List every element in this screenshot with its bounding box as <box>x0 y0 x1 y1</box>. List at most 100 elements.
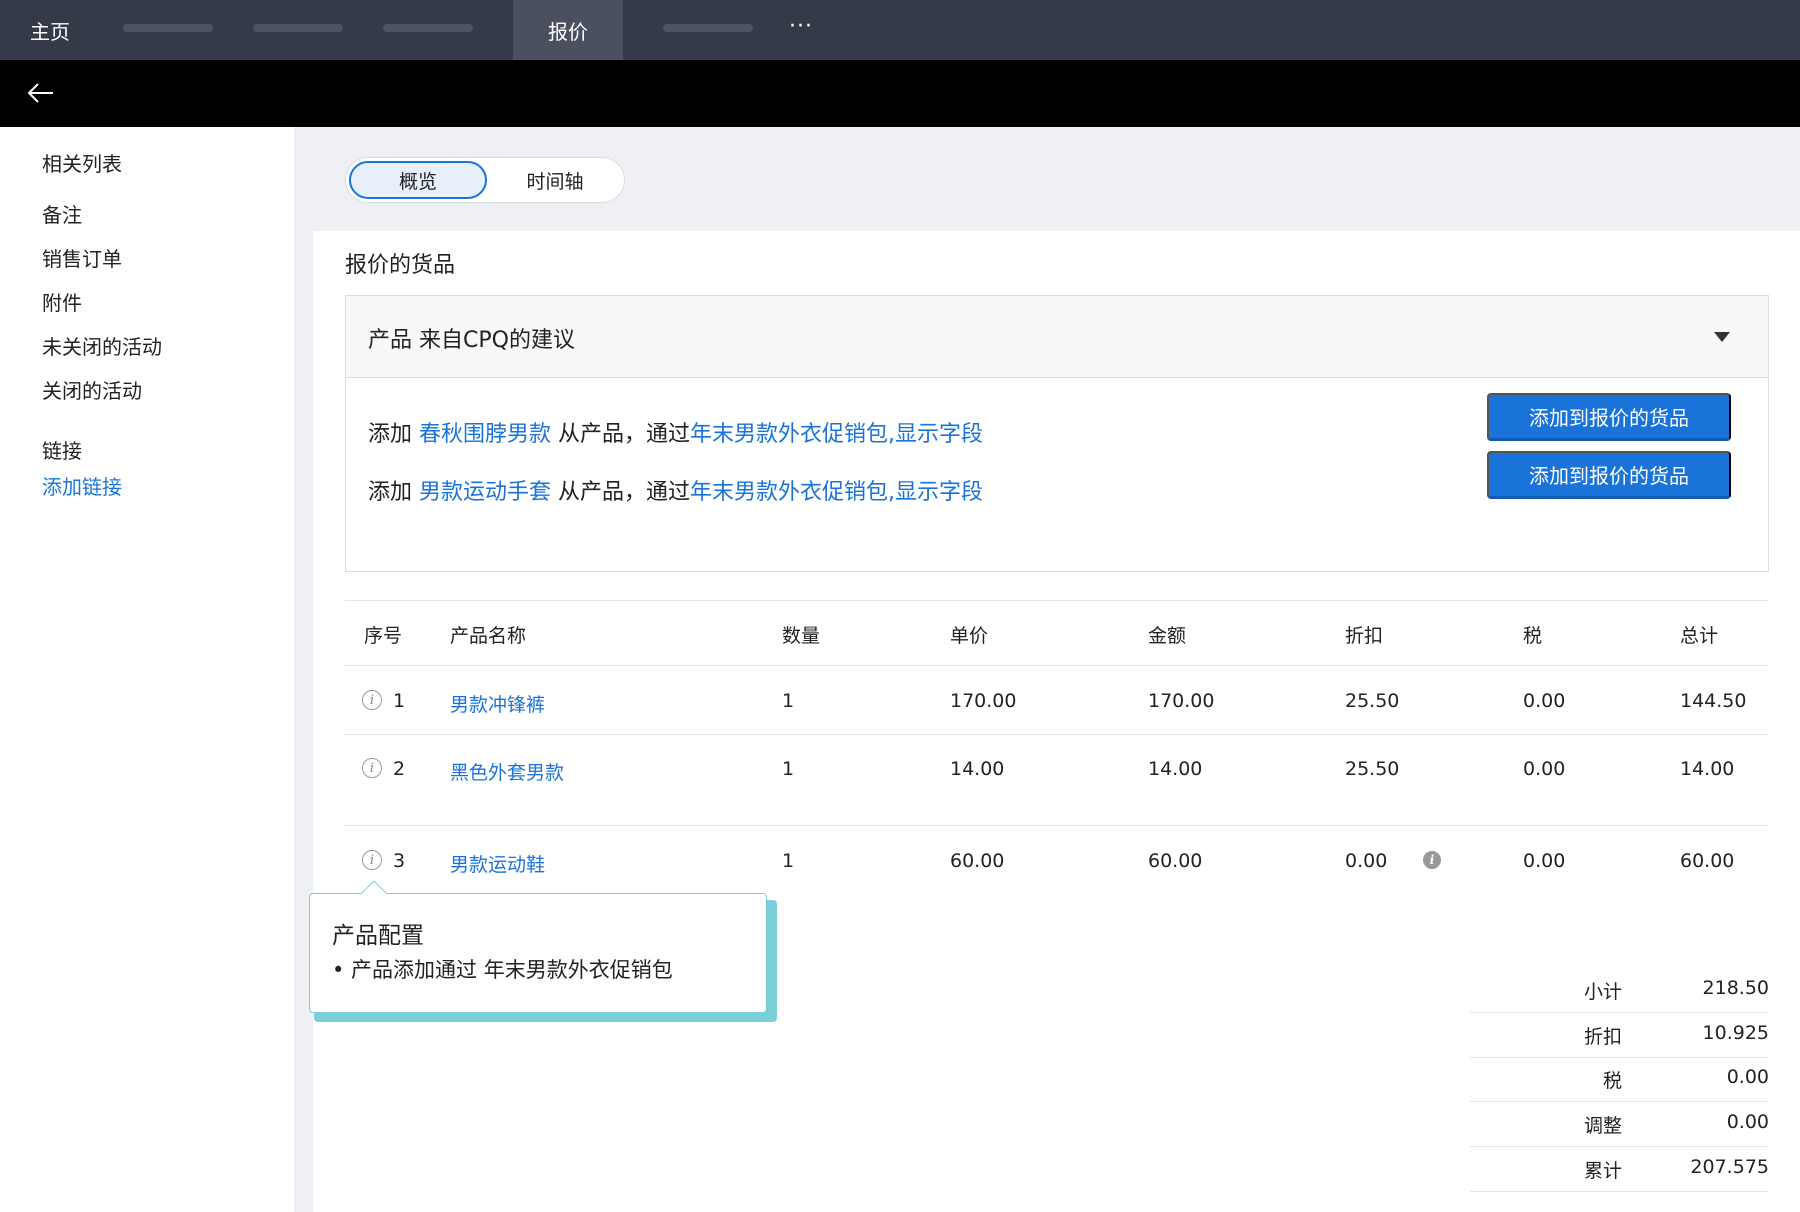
summary-label: 折扣 <box>1583 1026 1622 1048</box>
amount-cell: 60.00 <box>1148 850 1203 872</box>
row-number: 2 <box>393 758 406 780</box>
table-row: i 2 黑色外套男款 1 14.00 14.00 25.50 0.00 14.0… <box>345 735 1769 826</box>
suggestion-middle: 从产品，通过 <box>551 422 691 447</box>
suggestion-product-link[interactable]: 春秋围脖男款 <box>419 422 551 447</box>
sidebar: 相关列表 备注 销售订单 附件 未关闭的活动 关闭的活动 链接 添加链接 <box>0 127 295 1212</box>
discount-cell: 25.50 <box>1345 758 1400 780</box>
nav-tab-home[interactable]: 主页 <box>0 0 100 60</box>
nav-tab-home-label: 主页 <box>30 19 70 44</box>
nav-tab-placeholder-4[interactable] <box>663 24 753 32</box>
quantity-cell: 1 <box>782 850 795 872</box>
info-icon[interactable]: i <box>362 690 382 710</box>
summary-label: 税 <box>1602 1070 1622 1092</box>
summary-tax-row: 税 0.00 <box>1470 1058 1769 1102</box>
unit-price-cell: 14.00 <box>950 758 1005 780</box>
nav-tab-placeholder-2[interactable] <box>253 24 343 32</box>
nav-tab-placeholder-1[interactable] <box>123 24 213 32</box>
summary-subtotal-row: 小计 218.50 <box>1470 969 1769 1013</box>
total-cell: 144.50 <box>1680 690 1747 712</box>
top-navigation-bar: 主页 报价 ··· <box>0 0 1800 60</box>
nav-tab-placeholder-3[interactable] <box>383 24 473 32</box>
suggestion-line: 添加 男款运动手套 从产品，通过年末男款外衣促销包,显示字段 <box>368 474 983 506</box>
column-header: 税 <box>1523 625 1543 647</box>
view-toggle: 概览 时间轴 <box>345 157 625 203</box>
unit-price-cell: 170.00 <box>950 690 1017 712</box>
unit-price-cell: 60.00 <box>950 850 1005 872</box>
amount-cell: 170.00 <box>1148 690 1215 712</box>
summary-label: 小计 <box>1583 981 1622 1003</box>
tax-cell: 0.00 <box>1523 758 1566 780</box>
suggestion-prefix: 添加 <box>368 480 419 505</box>
table-row: i 3 男款运动鞋 1 60.00 60.00 0.00 i 0.00 60.0… <box>345 826 1769 896</box>
suggestion-prefix: 添加 <box>368 422 419 447</box>
discount-info-icon[interactable]: i <box>1423 851 1441 869</box>
discount-cell: 25.50 <box>1345 690 1400 712</box>
table-row: i 1 男款冲锋裤 1 170.00 170.00 25.50 0.00 144… <box>345 666 1769 735</box>
total-cell: 14.00 <box>1680 758 1735 780</box>
summary-value: 207.575 <box>1690 1156 1769 1178</box>
table-header-row: 序号 产品名称 数量 单价 金额 折扣 税 总计 <box>345 600 1769 666</box>
summary-grand-total-row: 累计 207.575 <box>1470 1148 1769 1192</box>
discount-cell: 0.00 <box>1345 850 1388 872</box>
tooltip-box: 产品配置 • 产品添加通过 年末男款外衣促销包 <box>309 893 767 1013</box>
tooltip-body: • 产品添加通过 年末男款外衣促销包 <box>332 958 673 982</box>
record-header <box>0 60 1800 127</box>
quantity-cell: 1 <box>782 758 795 780</box>
summary-value: 0.00 <box>1726 1111 1769 1133</box>
column-header: 单价 <box>950 625 989 647</box>
add-link-button[interactable]: 添加链接 <box>42 471 122 500</box>
section-title: 报价的货品 <box>345 253 456 278</box>
total-cell: 60.00 <box>1680 850 1735 872</box>
suggestion-line: 添加 春秋围脖男款 从产品，通过年末男款外衣促销包,显示字段 <box>368 416 983 448</box>
sidebar-item-attachments[interactable]: 附件 <box>42 287 82 316</box>
sidebar-item-open-activities[interactable]: 未关闭的活动 <box>42 331 162 360</box>
cpq-suggestions-box: 产品 来自CPQ的建议 添加 春秋围脖男款 从产品，通过年末男款外衣促销包,显示… <box>345 295 1769 572</box>
sidebar-item-closed-activities[interactable]: 关闭的活动 <box>42 375 142 404</box>
column-header: 产品名称 <box>450 625 527 647</box>
summary-discount-row: 折扣 10.925 <box>1470 1014 1769 1058</box>
info-icon[interactable]: i <box>362 758 382 778</box>
nav-tab-quote-label: 报价 <box>548 19 588 44</box>
info-icon[interactable]: i <box>362 850 382 870</box>
sidebar-item-notes[interactable]: 备注 <box>42 199 82 228</box>
suggestion-product-link[interactable]: 男款运动手套 <box>419 480 551 505</box>
main-area: 概览 时间轴 报价的货品 产品 来自CPQ的建议 添加 春秋围脖男款 从产品，通… <box>295 127 1800 1212</box>
tax-cell: 0.00 <box>1523 850 1566 872</box>
sidebar-item-sales-orders[interactable]: 销售订单 <box>42 243 122 272</box>
summary-label: 调整 <box>1583 1115 1622 1137</box>
add-to-quote-button[interactable]: 添加到报价的货品 <box>1487 451 1731 499</box>
column-header: 折扣 <box>1345 625 1384 647</box>
add-to-quote-button[interactable]: 添加到报价的货品 <box>1487 393 1731 441</box>
summary-value: 10.925 <box>1702 1022 1769 1044</box>
quoted-items-panel: 报价的货品 产品 来自CPQ的建议 添加 春秋围脖男款 从产品，通过年末男款外衣… <box>313 231 1800 1212</box>
cpq-suggestions-title: 产品 来自CPQ的建议 <box>368 328 575 353</box>
sidebar-item-related-lists[interactable]: 相关列表 <box>42 148 122 177</box>
tooltip-title: 产品配置 <box>332 923 424 949</box>
quantity-cell: 1 <box>782 690 795 712</box>
tax-cell: 0.00 <box>1523 690 1566 712</box>
column-header: 金额 <box>1148 625 1187 647</box>
row-number: 1 <box>393 690 406 712</box>
row-number: 3 <box>393 850 406 872</box>
suggestion-bundle-link[interactable]: 年末男款外衣促销包,显示字段 <box>690 480 983 505</box>
column-header: 总计 <box>1680 625 1719 647</box>
suggestion-bundle-link[interactable]: 年末男款外衣促销包,显示字段 <box>690 422 983 447</box>
sidebar-links-heading: 链接 <box>42 439 82 463</box>
tab-overview[interactable]: 概览 <box>349 161 487 199</box>
more-icon: ··· <box>789 13 813 39</box>
nav-more-menu[interactable]: ··· <box>773 0 829 60</box>
tab-timeline[interactable]: 时间轴 <box>491 161 619 199</box>
cpq-suggestions-header[interactable]: 产品 来自CPQ的建议 <box>346 296 1768 378</box>
summary-label: 累计 <box>1583 1160 1622 1182</box>
summary-adjustment-row: 调整 0.00 <box>1470 1103 1769 1147</box>
amount-cell: 14.00 <box>1148 758 1203 780</box>
back-arrow-icon[interactable] <box>26 78 56 108</box>
column-header: 数量 <box>782 625 821 647</box>
summary-value: 0.00 <box>1726 1066 1769 1088</box>
suggestion-middle: 从产品，通过 <box>551 480 691 505</box>
nav-tab-quote[interactable]: 报价 <box>513 0 623 60</box>
product-name-link[interactable]: 男款运动鞋 <box>450 850 545 877</box>
product-name-link[interactable]: 男款冲锋裤 <box>450 690 545 717</box>
product-name-link[interactable]: 黑色外套男款 <box>450 758 564 785</box>
collapse-caret-icon[interactable] <box>1714 332 1730 342</box>
